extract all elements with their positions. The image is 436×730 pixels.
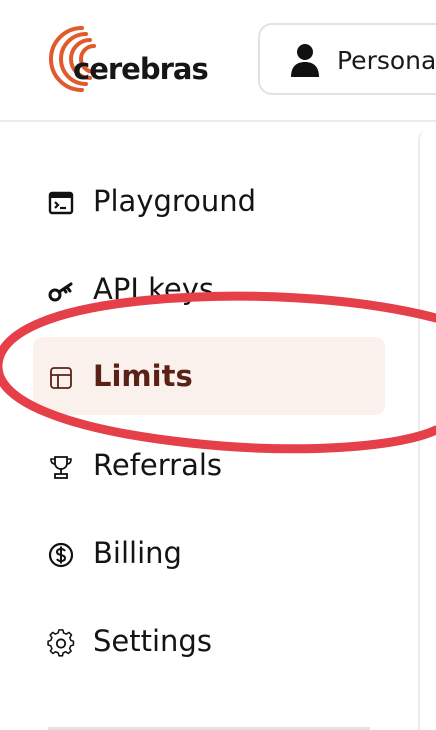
- dollar-circle-icon: [48, 542, 74, 568]
- sidebar-item-settings[interactable]: Settings: [33, 602, 385, 680]
- sidebar-item-label: Playground: [93, 184, 257, 218]
- sidebar-item-referrals[interactable]: Referrals: [33, 426, 385, 504]
- terminal-window-icon: [48, 191, 74, 215]
- table-icon: [50, 367, 72, 389]
- sidebar-item-label: Billing: [93, 536, 182, 570]
- sidebar-item-label: API keys: [93, 272, 214, 306]
- cerebras-logo[interactable]: cerebras: [48, 22, 218, 96]
- brand-name: cerebras: [73, 52, 209, 86]
- sidebar-item-api-keys[interactable]: API keys: [33, 250, 385, 328]
- account-label: Personal: [337, 46, 436, 75]
- sidebar-item-label: Limits: [93, 359, 193, 393]
- sidebar-item-label: Referrals: [93, 448, 223, 482]
- sidebar-item-label: Settings: [93, 624, 212, 658]
- gear-icon: [47, 629, 75, 657]
- person-icon: [291, 44, 319, 77]
- key-icon: [48, 282, 73, 302]
- trophy-icon: [50, 456, 72, 479]
- top-header: cerebras Personal: [0, 0, 436, 122]
- app-page: cerebras Personal Playground API keys Li…: [0, 0, 436, 730]
- sidebar-item-playground[interactable]: Playground: [33, 162, 385, 240]
- content-panel-edge: [418, 130, 432, 730]
- sidebar-item-limits[interactable]: Limits: [33, 337, 385, 415]
- sidebar-item-billing[interactable]: Billing: [33, 514, 385, 592]
- account-switcher-button[interactable]: Personal: [258, 23, 436, 95]
